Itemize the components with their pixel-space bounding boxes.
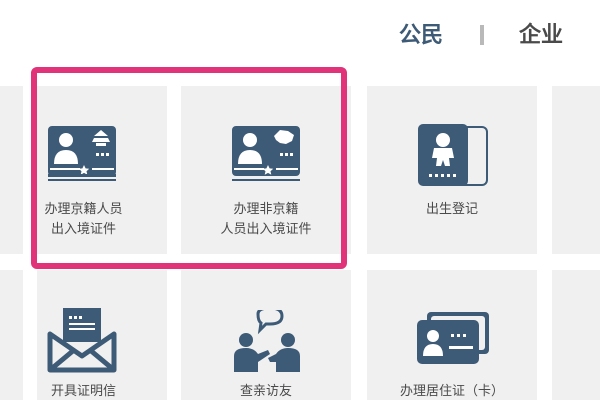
- tab-enterprise[interactable]: 企业: [519, 22, 563, 50]
- tab-citizen[interactable]: 公民: [399, 22, 443, 50]
- residence-card-icon: [417, 312, 489, 364]
- service-non-beijing-exit-entry[interactable]: 办理非京籍 人员出入境证件: [181, 86, 351, 254]
- right-edge-tile-row1[interactable]: [552, 86, 600, 254]
- tab-divider: [480, 25, 484, 45]
- service-label: 查亲访友: [239, 384, 292, 399]
- service-certificate[interactable]: 开具证明信: [37, 270, 167, 400]
- envelope-letter-icon: [47, 308, 117, 373]
- id-card-temple-icon: [48, 126, 116, 181]
- left-edge-tile-row2[interactable]: [0, 270, 23, 400]
- service-label: 出生登记: [425, 202, 478, 217]
- service-label: 开具证明信: [50, 384, 116, 399]
- service-residence-permit[interactable]: 办理居住证（卡）: [367, 270, 537, 400]
- service-label: 办理居住证（卡）: [399, 384, 504, 399]
- service-label-line2: 出入境证件: [50, 222, 116, 237]
- service-label-line1: 办理非京籍: [233, 202, 299, 217]
- service-beijing-exit-entry[interactable]: 办理京籍人员 出入境证件: [37, 86, 167, 254]
- people-talking-icon: [234, 310, 300, 372]
- user-type-tabs: 公民 企业: [0, 22, 600, 52]
- service-label-line2: 人员出入境证件: [220, 222, 312, 237]
- service-birth-registration[interactable]: 出生登记: [367, 86, 537, 254]
- service-visit-relatives[interactable]: 查亲访友: [181, 270, 351, 400]
- right-edge-tile-row2[interactable]: [552, 270, 600, 400]
- birth-booklet-icon: [418, 124, 488, 186]
- id-card-map-icon: [232, 126, 300, 181]
- service-label-line1: 办理京籍人员: [44, 202, 123, 217]
